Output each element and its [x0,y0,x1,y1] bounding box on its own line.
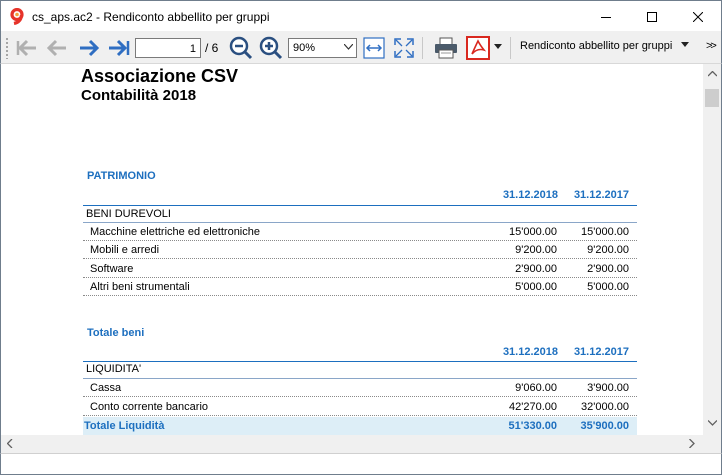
fit-page-button[interactable] [391,35,417,61]
zoom-value: 90% [293,42,316,54]
toolbar-separator [510,37,511,59]
column-header-2017: 31.12.2017 [573,346,629,358]
scroll-up-icon[interactable] [708,71,717,77]
zoom-in-button[interactable] [258,35,284,61]
minimize-button[interactable] [583,1,629,32]
row-value-2018: 9'200.00 [515,244,557,256]
row-value-2017: 2'900.00 [587,263,629,275]
maximize-icon [647,11,657,22]
total-row-liquidita: Totale Liquidità 51'330.00 35'900.00 [83,417,637,435]
title-bar: cs_aps.ac2 - Rendiconto abbellito per gr… [0,0,722,31]
app-logo-icon [10,8,24,25]
table-row: Conto corrente bancario 42'270.00 32'000… [83,398,637,416]
toolbar-grip[interactable] [5,37,9,59]
report-subtitle: Contabilità 2018 [81,87,197,104]
pdf-icon [466,36,490,60]
scrollbar-corner [703,435,722,453]
fit-page-icon [394,38,414,58]
section-title-totale-beni: Totale beni [87,327,145,339]
page-total-label: / 6 [205,41,219,55]
header-divider [83,205,637,206]
total-value-2017: 35'900.00 [580,420,630,432]
organization-name: Associazione CSV [81,66,239,86]
table-row: Macchine elettriche ed elettroniche 15'0… [83,223,637,241]
row-value-2018: 5'000.00 [515,281,557,293]
table-row: Cassa 9'060.00 3'900.00 [83,379,637,397]
row-label: Software [90,263,134,275]
fit-width-icon [363,37,385,59]
previous-page-icon [46,39,66,57]
header-divider [83,361,637,362]
previous-page-button[interactable] [44,35,70,61]
report-dropdown-arrow-icon[interactable] [681,42,689,47]
print-icon [435,37,457,59]
row-value-2018: 9'060.00 [515,382,557,394]
report-preview: Associazione CSV Contabilità 2018 PATRIM… [0,64,704,435]
maximize-button[interactable] [629,1,675,32]
vertical-scroll-thumb[interactable] [705,89,719,107]
table-row: Software 2'900.00 2'900.00 [83,260,637,278]
row-value-2018: 15'000.00 [509,226,557,238]
zoom-in-icon [259,36,283,60]
row-value-2017: 3'900.00 [587,382,629,394]
close-icon [693,11,703,22]
minimize-icon [601,16,611,18]
total-label: Totale Liquidità [84,420,165,432]
first-page-icon [16,39,36,57]
chevron-down-icon [344,44,353,50]
column-header-2017: 31.12.2017 [573,189,629,201]
status-bar [0,453,722,475]
row-value-2018: 42'270.00 [509,401,557,413]
group-label-liquidita: LIQUIDITA' [86,363,142,375]
row-value-2018: 2'900.00 [515,263,557,275]
pdf-options-arrow-icon[interactable] [494,44,502,49]
row-label: Altri beni strumentali [90,281,190,293]
scroll-right-icon[interactable] [689,439,695,448]
row-label: Macchine elettriche ed elettroniche [90,226,260,238]
row-value-2017: 32'000.00 [581,401,629,413]
row-value-2017: 5'000.00 [587,281,629,293]
report-selector[interactable]: Rendiconto abbellito per gruppi [520,40,672,52]
pdf-export-button[interactable] [465,35,491,61]
toolbar-overflow-button[interactable]: >> [706,40,717,52]
last-page-icon [109,39,130,57]
scroll-down-icon[interactable] [708,420,717,426]
section-title-patrimonio: PATRIMONIO [87,170,156,182]
toolbar-separator [422,37,423,59]
row-value-2017: 9'200.00 [587,244,629,256]
table-row: Altri beni strumentali 5'000.00 5'000.00 [83,278,637,296]
column-header-2018: 31.12.2018 [502,346,558,358]
scroll-left-icon[interactable] [7,439,13,448]
next-page-button[interactable] [76,35,102,61]
zoom-out-button[interactable] [228,35,254,61]
fit-width-button[interactable] [361,35,387,61]
table-row: Mobili e arredi 9'200.00 9'200.00 [83,241,637,259]
row-label: Cassa [90,382,122,394]
close-button[interactable] [675,1,721,32]
group-label-beni-durevoli: BENI DUREVOLI [86,208,171,220]
print-button[interactable] [433,35,459,61]
page-number-input[interactable] [135,38,201,58]
row-label: Mobili e arredi [90,244,160,256]
row-label: Conto corrente bancario [90,401,209,413]
zoom-out-icon [229,36,253,60]
total-value-2018: 51'330.00 [508,420,558,432]
horizontal-scrollbar[interactable] [0,435,703,453]
next-page-icon [80,39,100,57]
row-value-2017: 15'000.00 [581,226,629,238]
first-page-button[interactable] [14,35,40,61]
last-page-button[interactable] [106,35,132,61]
zoom-select[interactable]: 90% [288,38,357,58]
vertical-scrollbar[interactable] [703,64,722,435]
window-title: cs_aps.ac2 - Rendiconto abbellito per gr… [32,10,270,24]
column-header-2018: 31.12.2018 [502,189,558,201]
